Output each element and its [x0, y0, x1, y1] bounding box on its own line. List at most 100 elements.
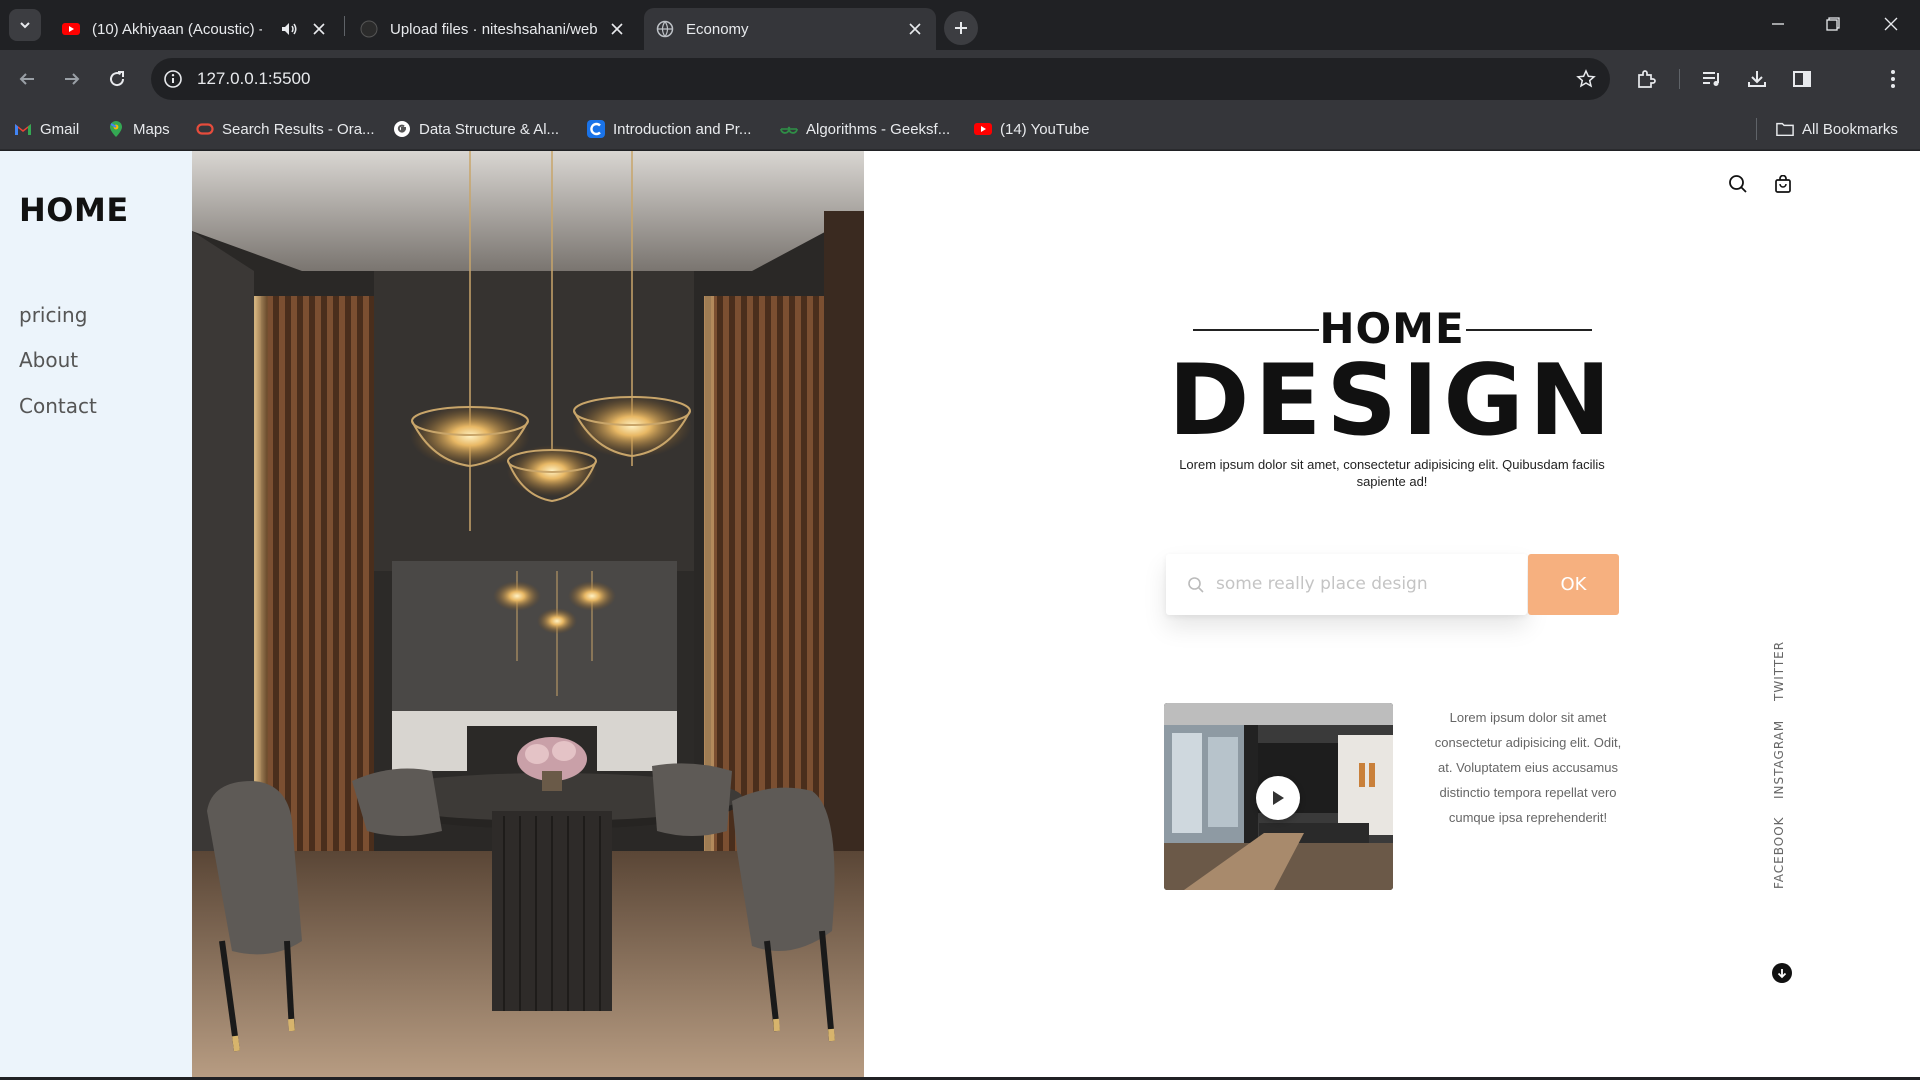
close-icon: [909, 23, 921, 35]
audio-playing-icon[interactable]: [280, 20, 298, 38]
search-icon: [1729, 175, 1747, 193]
folder-icon: [1776, 120, 1794, 138]
tab-economy[interactable]: Economy: [644, 8, 936, 50]
shopping-bag-icon: [1775, 175, 1791, 193]
tab-search-button[interactable]: [9, 9, 41, 41]
bookmark-data-structure[interactable]: Data Structure & Al...: [393, 115, 559, 143]
hero-image: [192, 151, 864, 1077]
tab-title: Economy: [686, 20, 749, 38]
all-bookmarks-label: All Bookmarks: [1802, 120, 1898, 138]
video-description: Lorem ipsum dolor sit amet consectetur a…: [1434, 710, 1622, 825]
forward-button[interactable]: [54, 61, 90, 97]
search-icon: [1186, 575, 1206, 595]
youtube-icon: [62, 23, 80, 35]
search-submit-button[interactable]: OK: [1528, 554, 1619, 615]
gmail-icon: [14, 120, 32, 138]
kebab-menu-icon: [1891, 70, 1895, 88]
social-link-instagram[interactable]: INSTAGRAM: [1772, 720, 1786, 799]
tab-youtube[interactable]: (10) Akhiyaan (Acoustic) - YouTube: [50, 8, 340, 50]
playlist-icon: [1703, 72, 1719, 86]
page-viewport: HOME pricing About Contact HOME DESIGN L…: [0, 151, 1920, 1077]
globe-icon: [656, 20, 674, 38]
close-tab-button[interactable]: [906, 20, 924, 38]
video-play-button[interactable]: [1256, 776, 1300, 820]
bookmark-label: Introduction and Pr...: [613, 120, 752, 138]
restore-button[interactable]: [1811, 6, 1855, 42]
downloads-button[interactable]: [1743, 65, 1771, 93]
close-tab-button[interactable]: [310, 20, 328, 38]
bookmark-label: Algorithms - Geeksf...: [806, 120, 951, 138]
side-panel-button[interactable]: [1788, 65, 1816, 93]
plus-icon: [955, 22, 967, 34]
codechef-icon: [587, 120, 605, 138]
address-bar[interactable]: 127.0.0.1:5500: [151, 58, 1610, 100]
arrow-down-icon: [1777, 969, 1787, 979]
scroll-down-button[interactable]: [1772, 963, 1792, 983]
chevron-down-icon: [20, 22, 30, 29]
minimize-button[interactable]: [1756, 6, 1800, 42]
bookmarks-divider: [1756, 118, 1757, 140]
tab-title: Upload files · niteshsahani/web: [390, 20, 598, 38]
bookmark-maps[interactable]: Maps: [107, 115, 170, 143]
search-button[interactable]: [1725, 171, 1751, 197]
bookmark-label: (14) YouTube: [1000, 120, 1090, 138]
site-info-icon[interactable]: [161, 67, 185, 91]
tab-github[interactable]: Upload files · niteshsahani/web: [348, 8, 638, 50]
hero-headline: DESIGN: [1168, 344, 1616, 458]
puzzle-icon: [1638, 70, 1656, 88]
nav-link-pricing[interactable]: pricing: [19, 303, 87, 327]
download-icon: [1748, 71, 1766, 87]
reload-icon: [110, 71, 125, 87]
sidebar: HOME pricing About Contact: [0, 151, 192, 1077]
side-panel-icon: [1793, 71, 1811, 87]
social-link-facebook[interactable]: FACEBOOK: [1772, 816, 1786, 889]
maps-icon: [107, 120, 125, 138]
media-control-button[interactable]: [1698, 65, 1726, 93]
bookmark-youtube[interactable]: (14) YouTube: [974, 115, 1090, 143]
new-tab-button[interactable]: [944, 11, 978, 45]
tab-title: (10) Akhiyaan (Acoustic) - YouTube: [92, 20, 262, 38]
youtube-icon: [974, 120, 992, 138]
google-icon: [393, 120, 411, 138]
reload-button[interactable]: [99, 61, 135, 97]
site-logo[interactable]: HOME: [19, 191, 129, 229]
tab-separator: [344, 16, 345, 36]
close-tab-button[interactable]: [608, 20, 626, 38]
hero-description: Lorem ipsum dolor sit amet, consectetur …: [1179, 457, 1605, 489]
kicker-line-left: [1193, 329, 1319, 331]
oracle-icon: [196, 120, 214, 138]
bookmark-label: Data Structure & Al...: [419, 120, 560, 138]
close-window-button[interactable]: [1869, 6, 1913, 42]
close-icon: [1884, 17, 1898, 31]
bookmark-label: Search Results - Ora...: [222, 120, 375, 138]
bookmark-oracle[interactable]: Search Results - Ora...: [196, 115, 375, 143]
minimize-icon: [1772, 23, 1784, 25]
bookmark-algorithms[interactable]: Algorithms - Geeksf...: [780, 115, 950, 143]
close-icon: [313, 23, 325, 35]
search-input[interactable]: [1216, 568, 1506, 600]
arrow-left-icon: [19, 73, 34, 85]
back-button[interactable]: [9, 61, 45, 97]
bookmark-label: Gmail: [40, 120, 80, 138]
bookmark-introduction[interactable]: Introduction and Pr...: [587, 115, 751, 143]
bookmarks-bar: Gmail Maps Search Results - Ora... Data …: [0, 108, 1920, 150]
social-link-twitter[interactable]: TWITTER: [1772, 641, 1786, 701]
play-icon: [1273, 791, 1284, 805]
extensions-button[interactable]: [1632, 65, 1660, 93]
gfg-icon: [780, 120, 798, 138]
menu-button[interactable]: [1879, 65, 1907, 93]
bookmark-star-icon[interactable]: [1574, 67, 1598, 91]
toolbar-divider: [1679, 69, 1680, 89]
nav-link-about[interactable]: About: [19, 348, 78, 372]
bookmark-gmail[interactable]: Gmail: [14, 115, 79, 143]
close-icon: [611, 23, 623, 35]
url-text[interactable]: 127.0.0.1:5500: [197, 69, 310, 89]
nav-link-contact[interactable]: Contact: [19, 394, 97, 418]
browser-toolbar: 127.0.0.1:5500: [0, 50, 1920, 108]
restore-icon: [1826, 17, 1840, 31]
arrow-right-icon: [65, 73, 80, 85]
all-bookmarks-button[interactable]: All Bookmarks: [1776, 115, 1898, 143]
tab-strip: (10) Akhiyaan (Acoustic) - YouTube Uploa…: [0, 0, 1920, 50]
cart-button[interactable]: [1770, 171, 1796, 197]
github-icon: [360, 20, 378, 38]
